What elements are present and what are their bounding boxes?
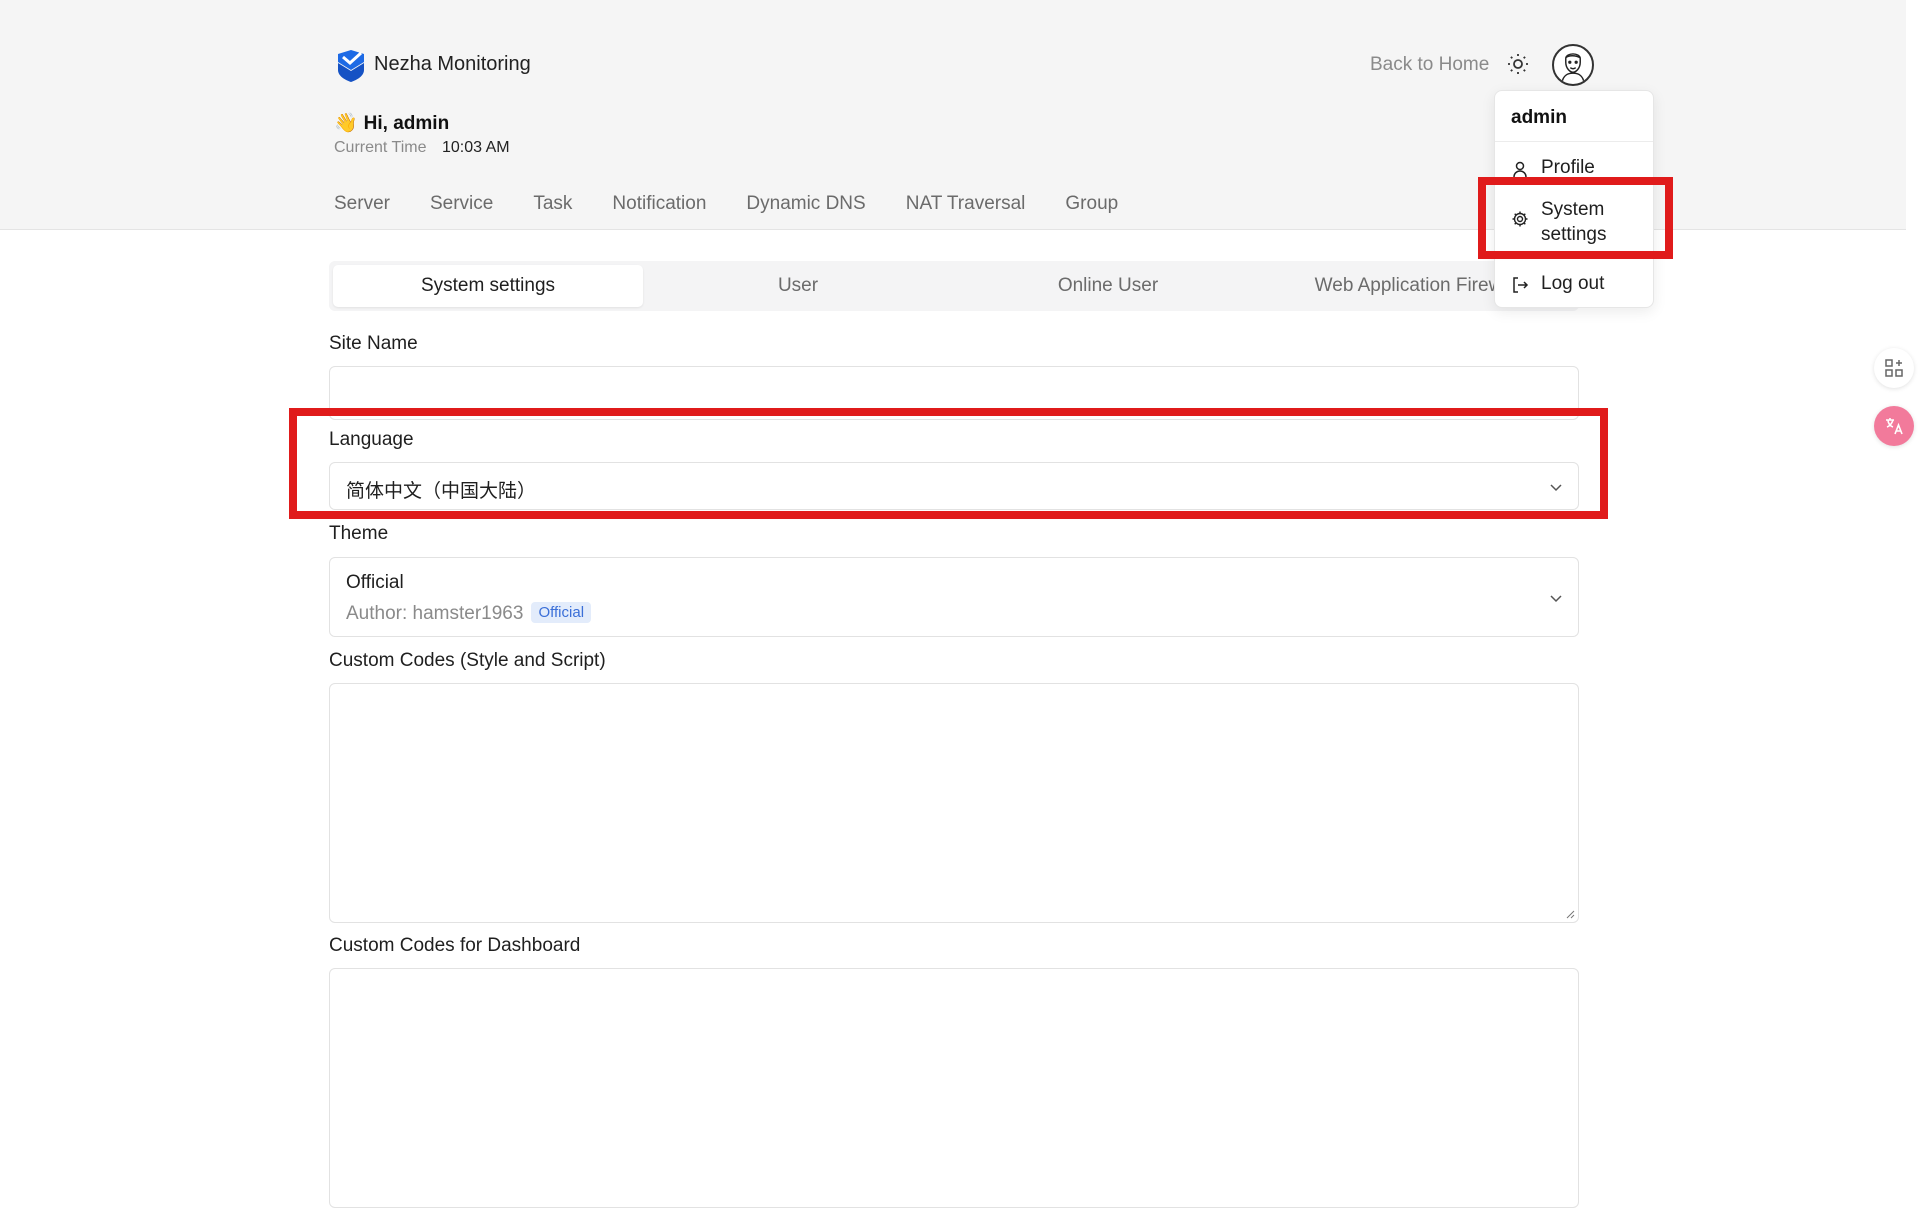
wave-emoji: 👋 bbox=[334, 113, 358, 134]
logout-icon bbox=[1513, 277, 1529, 293]
brand-title[interactable]: Nezha Monitoring bbox=[374, 53, 531, 76]
theme-author: Author: hamster1963 Official bbox=[346, 602, 592, 625]
menu-item-logout-label: Log out bbox=[1541, 273, 1605, 294]
tab-system-settings[interactable]: System settings bbox=[333, 265, 643, 307]
nav-item-notification[interactable]: Notification bbox=[612, 193, 706, 215]
custom-codes-textarea[interactable] bbox=[329, 683, 1579, 923]
menu-item-profile[interactable]: Profile bbox=[1511, 157, 1595, 179]
nav-item-task[interactable]: Task bbox=[533, 193, 572, 215]
tab-online-user[interactable]: Online User bbox=[953, 265, 1263, 307]
theme-select[interactable]: Official Author: hamster1963 Official bbox=[329, 557, 1579, 637]
translate-icon bbox=[1886, 418, 1903, 435]
current-time-value: 10:03 AM bbox=[442, 139, 510, 156]
dropdown-username: admin bbox=[1511, 107, 1567, 128]
sun-icon[interactable] bbox=[1506, 52, 1530, 76]
nav-item-service[interactable]: Service bbox=[430, 193, 493, 215]
highlight-box-language bbox=[289, 408, 1608, 519]
theme-name: Official bbox=[346, 572, 404, 593]
menu-item-logout[interactable]: Log out bbox=[1511, 273, 1604, 295]
menu-item-profile-label: Profile bbox=[1541, 157, 1595, 178]
theme-label: Theme bbox=[329, 523, 389, 544]
main-nav: Server Service Task Notification Dynamic… bbox=[334, 193, 1158, 215]
site-name-label: Site Name bbox=[329, 333, 418, 354]
nav-item-server[interactable]: Server bbox=[334, 193, 390, 215]
dashboard-codes-label: Custom Codes for Dashboard bbox=[329, 935, 581, 956]
nav-item-dynamic-dns[interactable]: Dynamic DNS bbox=[746, 193, 865, 215]
apps-grid-button[interactable] bbox=[1874, 348, 1914, 388]
nezha-logo-icon[interactable] bbox=[336, 48, 366, 82]
dashboard-codes-textarea[interactable] bbox=[329, 968, 1579, 1208]
current-time-label: Current Time bbox=[334, 139, 427, 156]
custom-codes-label: Custom Codes (Style and Script) bbox=[329, 650, 606, 671]
avatar[interactable] bbox=[1552, 44, 1594, 86]
greeting-text: Hi, admin bbox=[363, 113, 450, 134]
settings-tabs: System settings User Online User Web App… bbox=[329, 261, 1579, 311]
back-to-home-link[interactable]: Back to Home bbox=[1370, 54, 1489, 76]
user-icon bbox=[1513, 161, 1527, 178]
greeting: 👋 Hi, admin bbox=[334, 111, 449, 135]
nav-item-nat-traversal[interactable]: NAT Traversal bbox=[906, 193, 1026, 215]
translate-button[interactable] bbox=[1874, 406, 1914, 446]
theme-author-text: Author: hamster1963 bbox=[346, 603, 524, 624]
official-badge: Official bbox=[531, 602, 592, 623]
nav-item-group[interactable]: Group bbox=[1065, 193, 1118, 215]
highlight-box-system-settings bbox=[1478, 177, 1673, 259]
dropdown-divider bbox=[1495, 141, 1653, 142]
chevron-down-icon bbox=[1550, 595, 1562, 603]
apps-grid-icon bbox=[1885, 359, 1903, 377]
resize-handle-icon[interactable] bbox=[1566, 910, 1575, 919]
tab-user[interactable]: User bbox=[643, 265, 953, 307]
